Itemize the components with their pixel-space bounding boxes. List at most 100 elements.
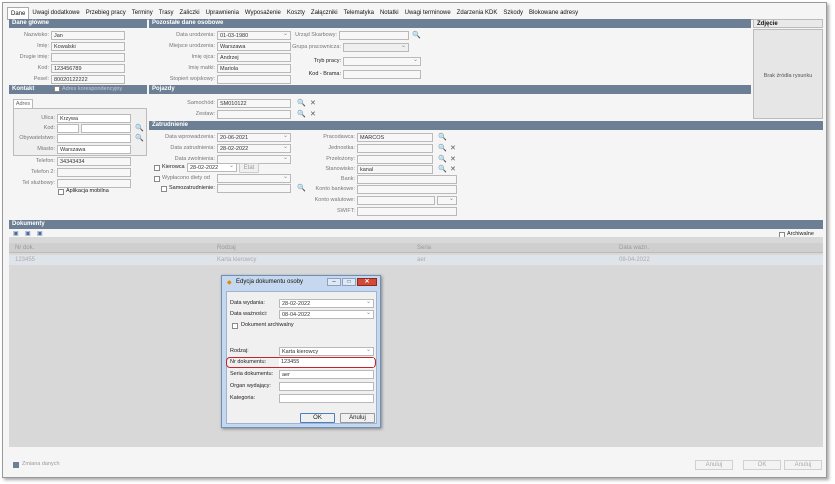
employer-input[interactable]: MARCOS: [357, 133, 433, 142]
tab-9[interactable]: Załączniki: [308, 7, 341, 19]
clear-icon[interactable]: ✕: [450, 155, 456, 164]
pesel-input[interactable]: 80020122222: [51, 75, 125, 84]
maximize-icon[interactable]: □: [342, 278, 356, 286]
tab-7[interactable]: Wyposażenie: [242, 7, 284, 19]
citizenship-input[interactable]: [57, 134, 131, 143]
dialog-cancel-button[interactable]: Anuluj: [340, 413, 375, 423]
address-tab[interactable]: Adres: [13, 99, 33, 108]
search-icon[interactable]: 🔍: [135, 124, 144, 133]
group-select[interactable]: [343, 43, 409, 52]
doc-archived-checkbox[interactable]: [232, 323, 238, 329]
car-input[interactable]: SM010122: [217, 99, 291, 108]
col-type[interactable]: Rodzaj: [217, 243, 236, 253]
code-input[interactable]: 123456789: [51, 64, 125, 73]
zip-input[interactable]: [57, 124, 79, 133]
tab-1[interactable]: Uwagi dodatkowe: [29, 7, 82, 19]
swift-input[interactable]: [357, 207, 457, 216]
issuer-input[interactable]: [279, 382, 374, 391]
position-input[interactable]: kanal: [357, 165, 433, 174]
search-icon[interactable]: 🔍: [438, 144, 447, 153]
category-input[interactable]: [279, 394, 374, 403]
corr-address-checkbox[interactable]: [54, 86, 60, 92]
type-select[interactable]: Karta kierowcy: [279, 347, 374, 356]
tab-4[interactable]: Trasy: [156, 7, 177, 19]
issue-date-input[interactable]: 28-02-2022: [279, 299, 374, 308]
tab-8[interactable]: Koszty: [284, 7, 308, 19]
street-input[interactable]: Krzywa: [57, 114, 131, 123]
status-button[interactable]: Etat: [239, 163, 259, 173]
set-input[interactable]: [217, 110, 291, 119]
intro-date-input[interactable]: 20-06-2021: [217, 133, 291, 142]
mobile-app-checkbox[interactable]: [58, 189, 64, 195]
dialog-ok-button[interactable]: OK: [300, 413, 335, 423]
series-input[interactable]: aer: [279, 370, 374, 379]
city-input[interactable]: Warszawa: [57, 145, 131, 154]
doc-number-input[interactable]: 123455: [279, 358, 374, 367]
self-employment-checkbox[interactable]: [161, 186, 167, 192]
surname-input[interactable]: Jan: [51, 31, 125, 40]
zip-city-input[interactable]: [81, 124, 131, 133]
photo-placeholder[interactable]: Brak źródła rysunku: [753, 29, 823, 119]
tab-12[interactable]: Uwagi terminowe: [402, 7, 454, 19]
cancel-button[interactable]: Anuluj: [784, 460, 822, 470]
col-series[interactable]: Seria: [417, 243, 431, 253]
mobile-app-label: Aplikacja mobilna: [66, 188, 109, 194]
clear-icon[interactable]: ✕: [310, 110, 316, 119]
col-nr[interactable]: Nr dok.: [15, 243, 34, 253]
father-input[interactable]: Andrzej: [217, 53, 291, 62]
pob-input[interactable]: Warszawa: [217, 42, 291, 51]
tab-11[interactable]: Notatki: [377, 7, 402, 19]
fx-account-input[interactable]: [357, 196, 435, 205]
tab-6[interactable]: Uprawnienia: [203, 7, 242, 19]
supervisor-input[interactable]: [357, 155, 433, 164]
currency-select[interactable]: [437, 196, 457, 205]
mode-select[interactable]: [343, 57, 421, 66]
dob-input[interactable]: 01-03-1980: [217, 31, 291, 40]
tab-5[interactable]: Zaliczki: [177, 7, 203, 19]
table-row[interactable]: 123455 Karta kierowcy aer 08-04-2022: [9, 255, 823, 265]
changes-checkbox[interactable]: [13, 462, 19, 468]
mother-label: Imię matki:: [188, 65, 215, 71]
tab-0[interactable]: Dane: [7, 7, 30, 19]
bank-input[interactable]: [357, 175, 457, 184]
valid-date-input[interactable]: 08-04-2022: [279, 310, 374, 319]
clear-icon[interactable]: ✕: [450, 144, 456, 153]
self-employment-input[interactable]: [217, 184, 291, 193]
search-icon[interactable]: 🔍: [438, 155, 447, 164]
diets-checkbox[interactable]: [154, 176, 160, 182]
hire-date-input[interactable]: 28-02-2022: [217, 144, 291, 153]
tab-14[interactable]: Szkody: [500, 7, 526, 19]
tab-2[interactable]: Przebieg pracy: [83, 7, 129, 19]
col-valid[interactable]: Data ważn.: [619, 243, 649, 253]
ok-button[interactable]: OK: [743, 460, 781, 470]
phone2-label: Telefon 2:: [31, 169, 55, 175]
search-icon[interactable]: 🔍: [438, 133, 447, 142]
driver-checkbox[interactable]: [154, 165, 160, 171]
name-input[interactable]: Kowalski: [51, 42, 125, 51]
search-icon[interactable]: 🔍: [297, 99, 306, 108]
undo-button[interactable]: Anuluj: [695, 460, 733, 470]
search-icon[interactable]: 🔍: [135, 134, 144, 143]
tax-office-input[interactable]: [339, 31, 409, 40]
clear-icon[interactable]: ✕: [310, 99, 316, 108]
search-icon[interactable]: 🔍: [297, 110, 306, 119]
close-icon[interactable]: ✕: [357, 278, 377, 286]
diets-date-input[interactable]: [217, 174, 291, 183]
tab-15[interactable]: Blokowane adresy: [526, 7, 581, 19]
driver-date-input[interactable]: 28-02-2022: [187, 163, 237, 172]
clear-icon[interactable]: ✕: [450, 165, 456, 174]
second-name-input[interactable]: [51, 53, 125, 62]
tab-10[interactable]: Telematyka: [341, 7, 377, 19]
mother-input[interactable]: Mariola: [217, 64, 291, 73]
rank-input[interactable]: [217, 75, 291, 84]
search-icon[interactable]: 🔍: [438, 165, 447, 174]
search-icon[interactable]: 🔍: [412, 31, 421, 40]
unit-input[interactable]: [357, 144, 433, 153]
minimize-icon[interactable]: –: [327, 278, 341, 286]
phone2-input[interactable]: [57, 168, 131, 177]
tab-13[interactable]: Zdarzenia KDK: [454, 7, 501, 19]
tab-3[interactable]: Terminy: [129, 7, 156, 19]
gate-input[interactable]: [343, 70, 421, 79]
account-input[interactable]: [357, 185, 457, 194]
phone-input[interactable]: 34343434: [57, 157, 131, 166]
